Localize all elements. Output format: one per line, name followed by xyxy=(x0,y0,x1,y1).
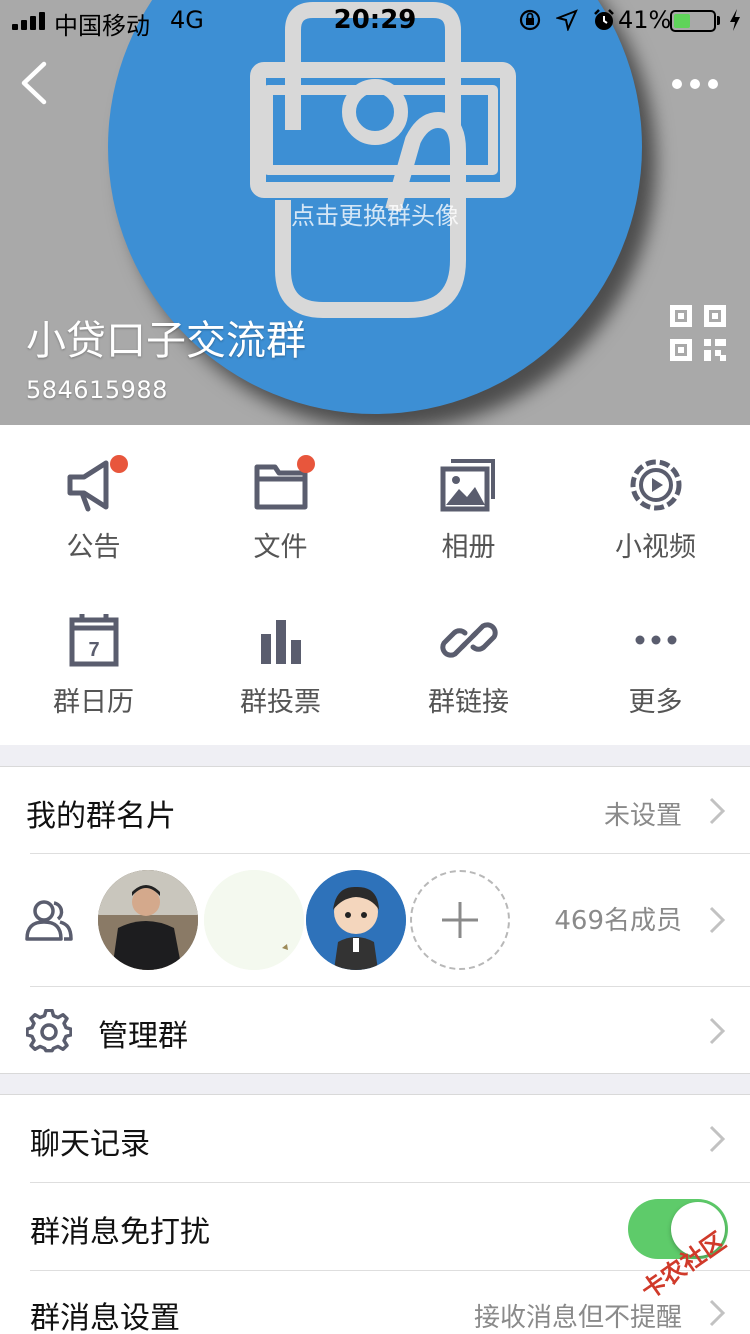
group-name: 小贷口子交流群 xyxy=(26,318,306,364)
members-icon xyxy=(25,900,73,941)
calendar-label: 群日历 xyxy=(53,687,134,718)
group-id: 584615988 xyxy=(26,376,168,404)
group-header: 点击更换群头像 中国移动 4G 20:29 41% 小贷口子交流群 584615… xyxy=(0,0,750,425)
battery-icon xyxy=(670,10,716,32)
vote-label: 群投票 xyxy=(240,687,321,718)
function-grid: 公告 文件 相册 小视频 7 群日历 群投票 群链接 更多 xyxy=(0,425,750,745)
chat-settings-section: 聊天记录 群消息免打扰 群消息设置 接收消息但不提醒 xyxy=(0,1094,750,1334)
calendar-icon: 7 xyxy=(69,614,118,667)
chevron-right-icon xyxy=(709,906,726,934)
vote-button[interactable]: 群投票 xyxy=(187,580,374,730)
group-link-button[interactable]: 群链接 xyxy=(375,580,562,730)
member-avatar[interactable] xyxy=(306,870,406,970)
change-avatar-hint[interactable]: 点击更换群头像 xyxy=(0,196,750,231)
member-cartoon-icon xyxy=(306,870,406,970)
short-video-button[interactable]: 小视频 xyxy=(562,425,749,575)
chevron-right-icon xyxy=(709,797,726,825)
album-button[interactable]: 相册 xyxy=(375,425,562,575)
album-label: 相册 xyxy=(441,532,496,563)
link-icon xyxy=(439,622,498,658)
chevron-right-icon xyxy=(709,1125,726,1153)
add-member-button[interactable] xyxy=(410,870,510,970)
charging-icon xyxy=(730,9,740,31)
do-not-disturb-row: 群消息免打扰 xyxy=(0,1183,750,1270)
manage-group-title: 管理群 xyxy=(98,1019,188,1054)
qr-code-button[interactable] xyxy=(668,303,728,363)
plus-icon xyxy=(442,902,478,938)
calendar-button[interactable]: 7 群日历 xyxy=(0,580,187,730)
more-functions-label: 更多 xyxy=(628,687,683,718)
member-count: 469名成员 xyxy=(554,906,682,936)
my-group-card-value: 未设置 xyxy=(603,801,682,831)
member-photo-icon xyxy=(98,870,198,970)
announcement-button[interactable]: 公告 xyxy=(0,425,187,575)
battery-percent: 41% xyxy=(618,6,672,34)
rotation-lock-icon xyxy=(519,9,541,31)
group-link-label: 群链接 xyxy=(428,687,509,718)
location-icon xyxy=(556,9,578,31)
alarm-icon xyxy=(594,9,614,30)
back-button[interactable] xyxy=(14,58,54,108)
manage-group-row[interactable]: 管理群 xyxy=(0,987,750,1074)
chevron-right-icon xyxy=(709,1299,726,1327)
member-avatar[interactable] xyxy=(98,870,198,970)
files-button[interactable]: 文件 xyxy=(187,425,374,575)
chat-history-row[interactable]: 聊天记录 xyxy=(0,1095,750,1182)
short-video-label: 小视频 xyxy=(615,532,696,563)
group-info-section: 我的群名片 未设置 469名成员 管理群 xyxy=(0,766,750,1074)
photo-album-icon xyxy=(440,459,495,512)
member-photo-icon xyxy=(204,870,304,970)
my-group-card-row[interactable]: 我的群名片 未设置 xyxy=(0,767,750,854)
do-not-disturb-title: 群消息免打扰 xyxy=(30,1215,210,1250)
announcement-badge xyxy=(110,455,128,473)
more-options-button[interactable] xyxy=(672,72,724,96)
video-play-icon xyxy=(630,459,681,511)
files-badge xyxy=(297,455,315,473)
files-label: 文件 xyxy=(253,532,308,563)
my-group-card-title: 我的群名片 xyxy=(26,799,176,834)
chevron-right-icon xyxy=(709,1017,726,1045)
more-dots-icon xyxy=(635,635,676,645)
announcement-label: 公告 xyxy=(66,532,121,563)
members-row[interactable]: 469名成员 xyxy=(0,854,750,986)
calendar-day: 7 xyxy=(88,639,99,661)
message-settings-title: 群消息设置 xyxy=(30,1301,180,1334)
status-bar: 中国移动 4G 20:29 41% xyxy=(0,0,750,40)
gear-icon xyxy=(26,1009,72,1053)
chat-history-title: 聊天记录 xyxy=(30,1127,150,1162)
bar-chart-icon xyxy=(260,620,301,664)
more-functions-button[interactable]: 更多 xyxy=(562,580,749,730)
member-avatar[interactable] xyxy=(204,870,304,970)
